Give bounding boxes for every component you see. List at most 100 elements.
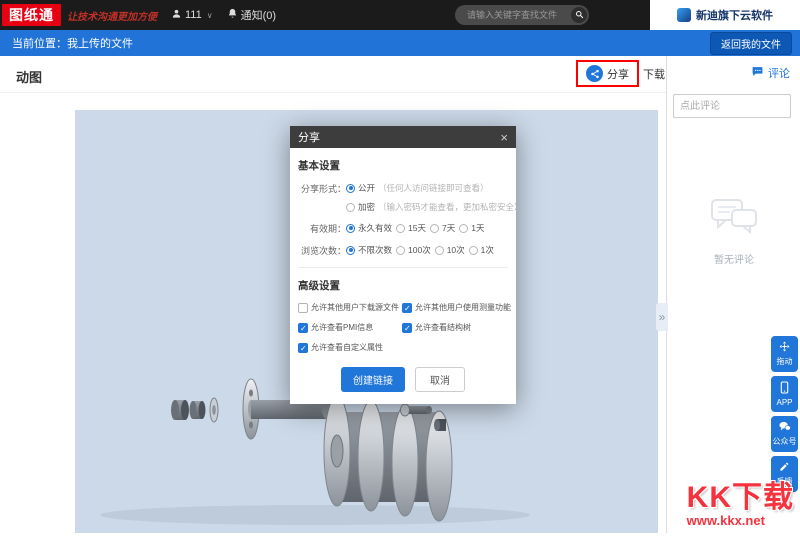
radio-public[interactable]	[346, 184, 355, 193]
drag-button[interactable]: 拖动	[771, 336, 798, 372]
perm-pmi[interactable]: 允许查看PMI信息	[298, 322, 400, 333]
views-option-100[interactable]: 100次	[396, 244, 431, 256]
document-title: 动图	[16, 67, 42, 86]
share-type-options: 公开 （任何人访问链接即可查看） 加密 （输入密码才能查看，更加私密安全）	[346, 182, 523, 213]
user-menu[interactable]: 111 ∨	[171, 8, 213, 22]
notification-button[interactable]: 通知(0)	[227, 7, 276, 23]
option-encrypted[interactable]: 加密 （输入密码才能查看，更加私密安全）	[346, 201, 523, 213]
views-option-unlimited[interactable]: 不限次数	[346, 244, 392, 256]
comments-title: 评论	[768, 65, 790, 81]
radio-forever[interactable]	[346, 224, 355, 233]
perm-download-source[interactable]: 允许其他用户下载源文件	[298, 302, 400, 313]
validity-option-1d[interactable]: 1天	[459, 222, 484, 234]
validity-forever-label: 永久有效	[358, 222, 392, 234]
app-tagline: 让技术沟通更加方便	[67, 8, 157, 23]
comment-icon	[751, 65, 764, 81]
checkbox-custom-props[interactable]	[298, 343, 308, 353]
brand-text: 新迪旗下云软件	[696, 7, 773, 23]
perm-structure-tree-label: 允许查看结构树	[415, 322, 471, 333]
radio-1[interactable]	[469, 246, 478, 255]
chat-bubbles-icon	[779, 421, 791, 434]
perm-measure[interactable]: 允许其他用户使用测量功能	[402, 302, 511, 313]
radio-15d[interactable]	[396, 224, 405, 233]
feedback-label: 反馈	[777, 476, 793, 487]
basic-settings-title: 基本设置	[298, 158, 508, 173]
checkbox-download-source[interactable]	[298, 303, 308, 313]
breadcrumb: 当前位置：我上传的文件	[12, 35, 133, 51]
close-icon[interactable]: ×	[500, 131, 508, 144]
official-account-button[interactable]: 公众号	[771, 416, 798, 452]
dialog-actions: 创建链接 取消	[298, 367, 508, 392]
checkbox-pmi[interactable]	[298, 323, 308, 333]
option-public-hint: （任何人访问链接即可查看）	[378, 182, 489, 194]
option-public-label: 公开	[358, 182, 375, 194]
top-bar: 图纸通 让技术沟通更加方便 111 ∨ 通知(0) 新迪旗下	[0, 0, 800, 30]
validity-label: 有效期：	[298, 222, 346, 235]
comments-header[interactable]: 评论	[751, 65, 790, 81]
views-option-10[interactable]: 10次	[435, 244, 465, 256]
share-button[interactable]: 分享	[586, 65, 629, 82]
radio-10[interactable]	[435, 246, 444, 255]
brand-badge: 新迪旗下云软件	[650, 0, 800, 30]
checkbox-structure-tree[interactable]	[402, 323, 412, 333]
views-unlimited-label: 不限次数	[358, 244, 392, 256]
views-10-label: 10次	[447, 244, 465, 256]
validity-option-15d[interactable]: 15天	[396, 222, 426, 234]
phone-icon	[779, 381, 790, 396]
radio-1d[interactable]	[459, 224, 468, 233]
views-100-label: 100次	[408, 244, 431, 256]
edit-icon	[779, 461, 790, 474]
download-label: 下载	[643, 66, 665, 82]
option-encrypted-hint: （输入密码才能查看，更加私密安全）	[378, 201, 523, 213]
cancel-button[interactable]: 取消	[415, 367, 465, 392]
create-link-button[interactable]: 创建链接	[341, 367, 405, 392]
official-account-label: 公众号	[773, 436, 797, 447]
app-logo[interactable]: 图纸通	[2, 4, 61, 26]
document-toolbar: 动图 分享 下载	[0, 56, 666, 93]
radio-7d[interactable]	[430, 224, 439, 233]
radio-unlimited[interactable]	[346, 246, 355, 255]
share-icon	[586, 65, 603, 82]
perm-download-source-label: 允许其他用户下载源文件	[311, 302, 399, 313]
share-type-row: 分享形式： 公开 （任何人访问链接即可查看） 加密 （输入密码才能查看，更加私密…	[298, 182, 508, 213]
notification-label: 通知(0)	[241, 7, 276, 23]
option-encrypted-label: 加密	[358, 201, 375, 213]
validity-option-7d[interactable]: 7天	[430, 222, 455, 234]
comment-input[interactable]	[673, 94, 791, 118]
views-row: 浏览次数： 不限次数 100次 10次	[298, 244, 508, 257]
search-input[interactable]	[465, 9, 571, 21]
divider	[298, 267, 508, 268]
brand-logo-icon	[677, 8, 691, 22]
views-option-1[interactable]: 1次	[469, 244, 494, 256]
validity-option-forever[interactable]: 永久有效	[346, 222, 392, 234]
perm-pmi-label: 允许查看PMI信息	[311, 322, 373, 333]
checkbox-measure[interactable]	[402, 303, 412, 313]
search-button[interactable]	[571, 7, 587, 23]
breadcrumb-bar: 当前位置：我上传的文件 返回我的文件	[0, 30, 800, 56]
views-options: 不限次数 100次 10次 1次	[346, 244, 494, 256]
radio-encrypted[interactable]	[346, 203, 355, 212]
perm-custom-props-label: 允许查看自定义属性	[311, 342, 383, 353]
validity-1d-label: 1天	[471, 222, 484, 234]
share-dialog: 分享 × 基本设置 分享形式： 公开 （任何人访问链接即可查看） 加密 （输入密…	[290, 126, 516, 404]
move-icon	[779, 341, 790, 354]
validity-options: 永久有效 15天 7天 1天	[346, 222, 484, 234]
permissions-grid: 允许其他用户下载源文件 允许其他用户使用测量功能 允许查看PMI信息 允许查看结…	[298, 302, 508, 353]
app-button[interactable]: APP	[771, 376, 798, 412]
perm-structure-tree[interactable]: 允许查看结构树	[402, 322, 511, 333]
chevron-down-icon: ∨	[207, 11, 213, 20]
perm-measure-label: 允许其他用户使用测量功能	[415, 302, 511, 313]
perm-custom-props[interactable]: 允许查看自定义属性	[298, 342, 400, 353]
feedback-button[interactable]: 反馈	[771, 456, 798, 492]
panel-collapse-toggle[interactable]: »	[656, 303, 668, 331]
radio-100[interactable]	[396, 246, 405, 255]
back-to-files-button[interactable]: 返回我的文件	[710, 32, 792, 55]
drag-label: 拖动	[777, 356, 793, 367]
search-box	[455, 5, 589, 25]
option-public[interactable]: 公开 （任何人访问链接即可查看）	[346, 182, 523, 194]
empty-comments-icon	[708, 225, 760, 242]
share-type-label: 分享形式：	[298, 182, 346, 195]
share-label: 分享	[607, 66, 629, 82]
share-dialog-title: 分享	[298, 129, 320, 145]
views-label: 浏览次数：	[298, 244, 346, 257]
